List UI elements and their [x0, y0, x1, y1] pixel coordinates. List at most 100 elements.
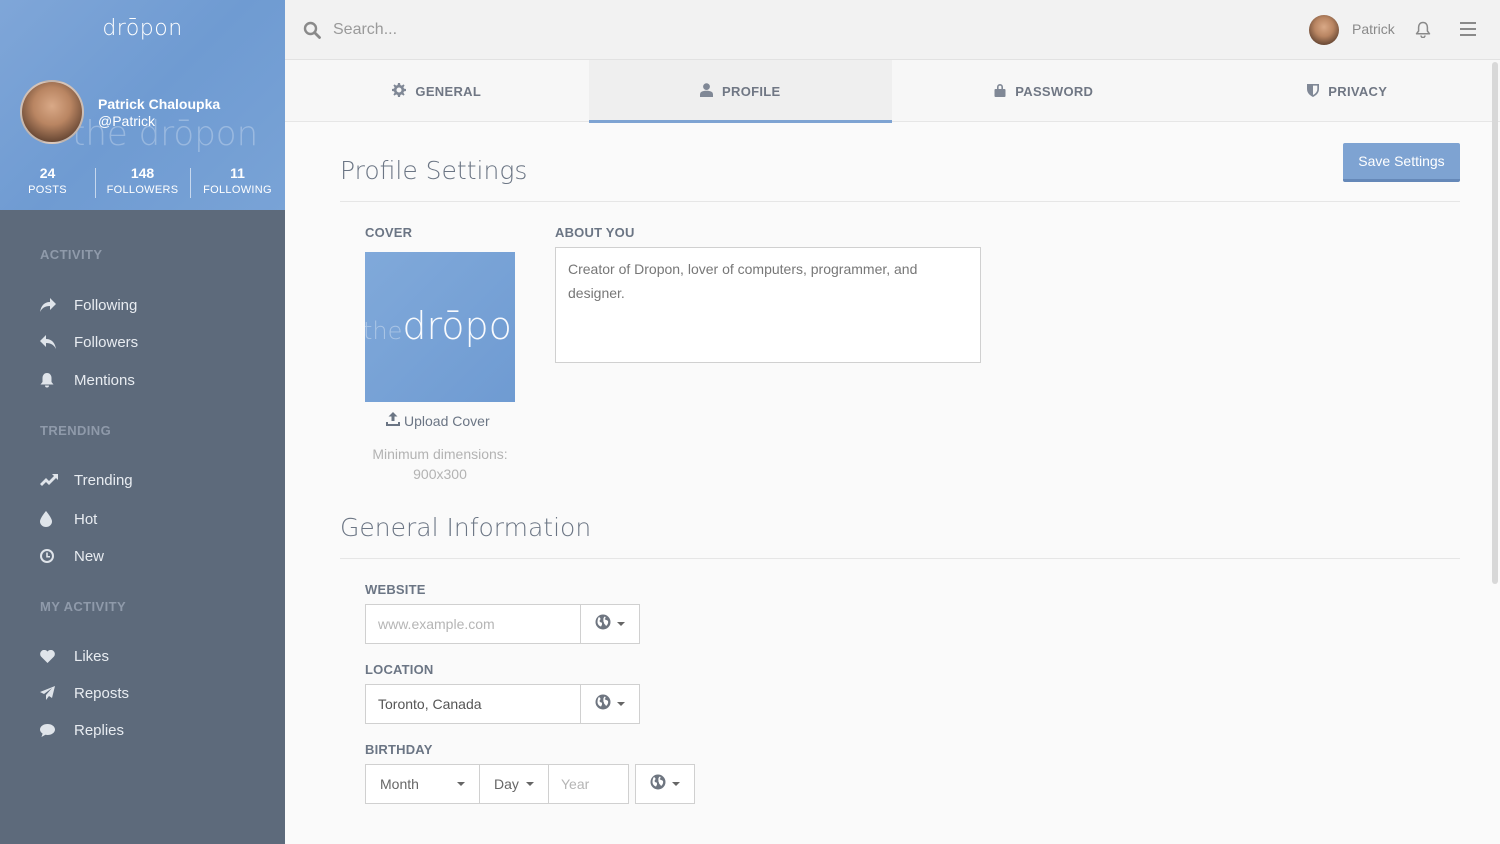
scrollbar[interactable] — [1490, 60, 1500, 844]
share-arrow-icon — [40, 298, 74, 312]
globe-icon — [595, 694, 611, 715]
sidebar-item-label: Replies — [74, 721, 125, 739]
top-username[interactable]: Patrick — [1352, 21, 1395, 37]
about-textarea[interactable]: Creator of Dropon, lover of computers, p… — [555, 247, 981, 363]
tab-profile[interactable]: PROFILE — [588, 60, 892, 123]
stat-value: 148 — [130, 165, 155, 181]
location-label: LOCATION — [365, 662, 434, 677]
sidebar-item-hot[interactable]: Hot — [40, 508, 97, 530]
top-bar: Patrick — [285, 0, 1500, 60]
stat-label: FOLLOWING — [203, 184, 272, 196]
page-title: Profile Settings — [340, 156, 528, 185]
cover-logo: thedrōpon — [365, 304, 515, 348]
sidebar-item-mentions[interactable]: Mentions — [40, 369, 135, 391]
user-stats: 24 POSTS 148 FOLLOWERS 11 FOLLOWING — [0, 164, 285, 198]
location-visibility-dropdown[interactable] — [580, 684, 640, 724]
about-label: ABOUT YOU — [555, 225, 635, 240]
section-trending: TRENDING — [40, 423, 112, 438]
sidebar-item-new[interactable]: New — [40, 545, 104, 567]
tab-password[interactable]: PASSWORD — [892, 60, 1196, 122]
menu-icon[interactable] — [1460, 22, 1476, 41]
user-name[interactable]: Patrick Chaloupka — [98, 96, 220, 112]
upload-cover-button[interactable]: Upload Cover — [386, 412, 490, 429]
tab-label: PRIVACY — [1328, 83, 1388, 99]
sidebar-item-label: Reposts — [74, 684, 130, 702]
chevron-down-icon — [617, 702, 625, 706]
shield-icon — [1307, 83, 1328, 100]
min-dimensions-hint: Minimum dimensions: 900x300 — [372, 446, 508, 482]
cover-label: COVER — [365, 225, 413, 240]
tab-label: PROFILE — [722, 83, 781, 99]
chevron-down-icon — [526, 782, 534, 786]
heart-icon — [40, 649, 74, 663]
sidebar: drōpon the drōpon Patrick Chaloupka @Pat… — [0, 0, 285, 844]
stat-posts[interactable]: 24 POSTS — [0, 164, 95, 198]
sidebar-item-label: Likes — [74, 647, 110, 665]
sidebar-item-followers[interactable]: Followers — [40, 331, 138, 353]
tab-label: PASSWORD — [1015, 83, 1094, 99]
sidebar-item-following[interactable]: Following — [40, 294, 137, 316]
stat-value: 24 — [39, 165, 56, 181]
save-button[interactable]: Save Settings — [1343, 143, 1460, 182]
settings-tabs: GENERAL PROFILE PASSWORD PRIVACY — [285, 60, 1500, 123]
avatar[interactable] — [20, 80, 84, 144]
tab-privacy[interactable]: PRIVACY — [1196, 60, 1500, 122]
section-title: General Information — [340, 513, 592, 542]
sidebar-item-label: New — [74, 547, 105, 565]
birthday-month-select[interactable]: Month — [365, 764, 480, 804]
stat-label: POSTS — [28, 184, 67, 196]
birthday-year-input[interactable]: Year — [548, 764, 629, 804]
birthday-visibility-dropdown[interactable] — [635, 764, 695, 804]
tab-label: GENERAL — [415, 83, 482, 99]
chevron-down-icon — [672, 782, 680, 786]
globe-icon — [650, 774, 666, 795]
month-value: Month — [380, 776, 419, 792]
upload-icon — [386, 412, 404, 429]
comment-icon — [40, 723, 74, 737]
stat-value: 11 — [230, 165, 245, 181]
birthday-label: BIRTHDAY — [365, 742, 433, 757]
search-input[interactable] — [333, 17, 933, 43]
section-my-activity: MY ACTIVITY — [40, 599, 127, 614]
reply-arrow-icon — [40, 335, 74, 349]
birthday-day-select[interactable]: Day — [479, 764, 549, 804]
divider — [340, 558, 1460, 559]
tab-general[interactable]: GENERAL — [285, 60, 589, 122]
sidebar-item-reposts[interactable]: Reposts — [40, 682, 129, 704]
location-input[interactable]: Toronto, Canada — [365, 684, 581, 724]
sidebar-item-likes[interactable]: Likes — [40, 645, 109, 667]
brand-logo[interactable]: drōpon — [0, 16, 285, 41]
user-handle: @Patrick — [98, 113, 155, 129]
search-icon[interactable] — [303, 21, 321, 44]
website-input[interactable]: www.example.com — [365, 604, 581, 644]
sidebar-item-label: Trending — [74, 471, 133, 489]
sidebar-item-replies[interactable]: Replies — [40, 719, 124, 741]
website-label: WEBSITE — [365, 582, 426, 597]
scrollbar-thumb[interactable] — [1492, 62, 1498, 584]
avatar[interactable] — [1309, 15, 1339, 45]
sidebar-item-label: Mentions — [74, 371, 135, 389]
upload-cover-label: Upload Cover — [404, 412, 490, 429]
user-icon — [700, 82, 722, 100]
cover-image[interactable]: thedrōpon — [365, 252, 515, 402]
day-value: Day — [494, 776, 519, 792]
sidebar-item-label: Hot — [74, 510, 98, 528]
stat-label: FOLLOWERS — [106, 184, 179, 196]
clock-icon — [40, 549, 74, 563]
sidebar-item-label: Followers — [74, 333, 139, 351]
stat-followers[interactable]: 148 FOLLOWERS — [95, 164, 190, 198]
globe-icon — [595, 614, 611, 635]
chevron-down-icon — [457, 782, 465, 786]
profile-card: drōpon the drōpon Patrick Chaloupka @Pat… — [0, 0, 285, 210]
stat-following[interactable]: 11 FOLLOWING — [190, 164, 285, 198]
drop-icon — [40, 511, 74, 527]
sidebar-item-trending[interactable]: Trending — [40, 469, 133, 491]
bell-icon — [40, 372, 74, 388]
trending-up-icon — [40, 474, 74, 486]
divider — [340, 201, 1460, 202]
chevron-down-icon — [617, 622, 625, 626]
bell-icon[interactable] — [1415, 21, 1431, 43]
sidebar-item-label: Following — [74, 296, 138, 314]
website-visibility-dropdown[interactable] — [580, 604, 640, 644]
paper-plane-icon — [40, 686, 74, 700]
